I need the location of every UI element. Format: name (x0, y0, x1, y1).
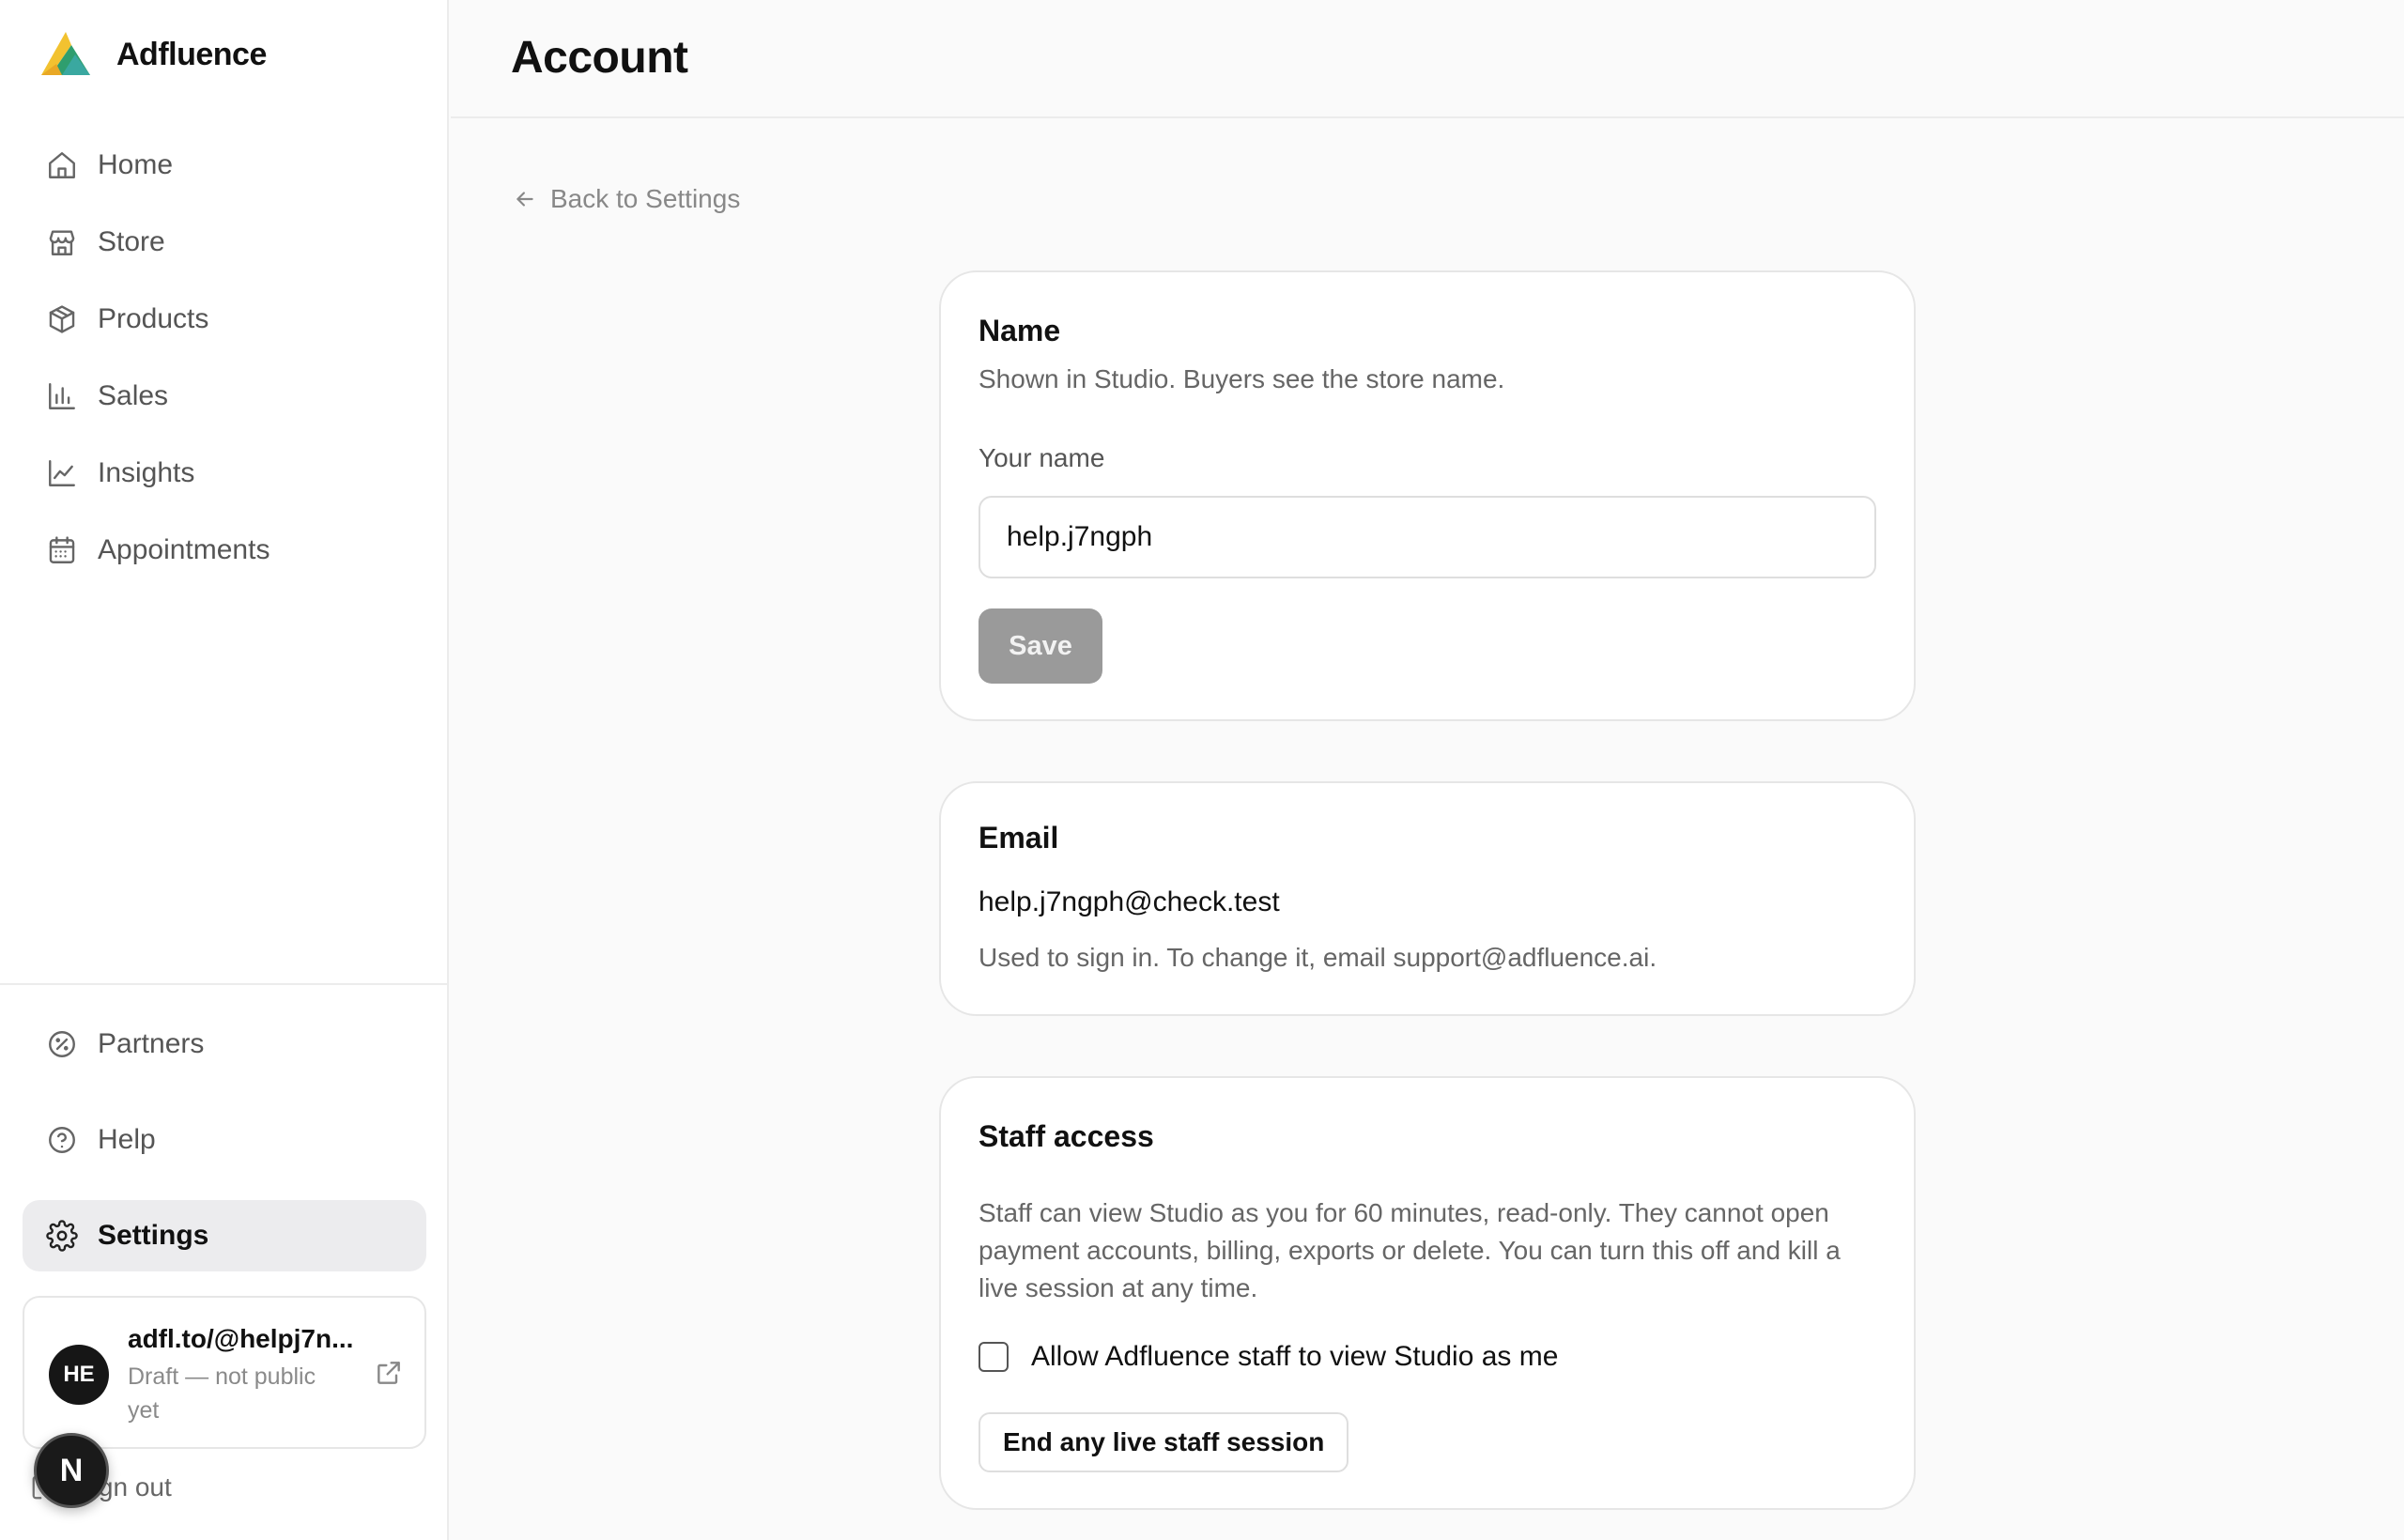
email-value: help.j7ngph@check.test (979, 886, 1280, 917)
store-link-card[interactable]: HE adfl.to/@helpj7n... Draft — not publi… (23, 1296, 426, 1449)
sidebar-item-label: Partners (98, 1028, 205, 1059)
sidebar: Adfluence Home Store Products Sales Insi… (0, 0, 449, 1540)
sidebar-item-label: Help (98, 1124, 156, 1155)
secondary-nav: Partners Help Settings (23, 1009, 426, 1296)
calendar-icon (45, 533, 79, 567)
sidebar-divider (0, 983, 447, 985)
staff-access-title: Staff access (979, 1119, 1154, 1153)
sidebar-item-label: Sales (98, 380, 169, 411)
adfluence-logo-icon (41, 32, 90, 75)
bar-chart-icon (45, 379, 79, 413)
staff-access-description: Staff can view Studio as you for 60 minu… (979, 1198, 1841, 1302)
gear-icon (45, 1219, 79, 1253)
sidebar-item-partners[interactable]: Partners (23, 1009, 426, 1080)
sidebar-item-settings[interactable]: Settings (23, 1200, 426, 1271)
name-card-description: Shown in Studio. Buyers see the store na… (979, 364, 1505, 393)
store-url: adfl.to/@helpj7n... (128, 1324, 354, 1353)
email-card-title: Email (979, 821, 1059, 855)
arrow-left-icon (516, 192, 533, 207)
store-status: Draft — not public yet (128, 1363, 316, 1424)
percent-badge-icon (45, 1027, 79, 1061)
avatar: HE (49, 1345, 109, 1405)
home-icon (45, 148, 79, 182)
brand-name: Adfluence (116, 36, 267, 72)
save-button[interactable]: Save (979, 608, 1102, 684)
name-card: Name Shown in Studio. Buyers see the sto… (939, 270, 1916, 721)
back-to-settings-link[interactable]: Back to Settings (513, 184, 740, 214)
external-link-icon[interactable] (374, 1358, 404, 1388)
sidebar-item-help[interactable]: Help (23, 1104, 426, 1176)
back-link-label: Back to Settings (550, 184, 741, 213)
sidebar-item-products[interactable]: Products (23, 285, 426, 353)
email-card-description: Used to sign in. To change it, email sup… (979, 943, 1657, 972)
sidebar-item-label: Appointments (98, 534, 270, 565)
sidebar-item-insights[interactable]: Insights (23, 439, 426, 507)
page-title: Account (511, 33, 688, 83)
allow-staff-label: Allow Adfluence staff to view Studio as … (1031, 1341, 1559, 1372)
sidebar-item-label: Products (98, 303, 209, 334)
allow-staff-toggle[interactable]: Allow Adfluence staff to view Studio as … (979, 1341, 1558, 1373)
page-header: Account (451, 0, 2404, 118)
your-name-label: Your name (979, 443, 1105, 472)
sidebar-item-label: Home (98, 149, 174, 180)
box-icon (45, 302, 79, 336)
sidebar-item-home[interactable]: Home (23, 131, 426, 199)
end-staff-session-button[interactable]: End any live staff session (979, 1412, 1349, 1472)
sidebar-item-store[interactable]: Store (23, 208, 426, 276)
main-nav: Home Store Products Sales Insights Appoi… (23, 131, 426, 593)
sidebar-item-label: Store (98, 226, 165, 257)
your-name-input[interactable] (979, 496, 1876, 578)
floating-assistant-button[interactable]: N (34, 1433, 109, 1508)
sidebar-item-label: Insights (98, 457, 195, 488)
brand[interactable]: Adfluence (38, 24, 267, 85)
sidebar-item-sales[interactable]: Sales (23, 362, 426, 430)
sidebar-item-appointments[interactable]: Appointments (23, 516, 426, 584)
sidebar-item-label: Settings (98, 1220, 209, 1251)
store-icon (45, 225, 79, 259)
name-card-title: Name (979, 314, 1061, 347)
help-circle-icon (45, 1123, 79, 1157)
allow-staff-checkbox[interactable] (979, 1342, 1009, 1372)
line-chart-icon (45, 456, 79, 490)
email-card: Email help.j7ngph@check.test Used to sig… (939, 781, 1916, 1016)
staff-access-card: Staff access Staff can view Studio as yo… (939, 1076, 1916, 1510)
